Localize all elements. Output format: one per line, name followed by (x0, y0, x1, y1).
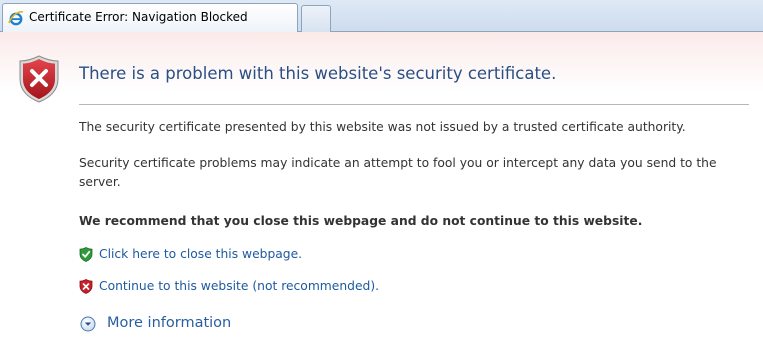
tab-certificate-error[interactable]: Certificate Error: Navigation Blocked (2, 3, 298, 32)
page-title: There is a problem with this website's s… (79, 64, 557, 83)
browser-tab-bar: Certificate Error: Navigation Blocked (0, 0, 763, 32)
red-shield-x-icon (79, 279, 93, 294)
more-information-label[interactable]: More information (107, 315, 231, 331)
new-tab-button[interactable] (301, 5, 331, 32)
expand-down-circle-icon (80, 316, 96, 332)
tab-title: Certificate Error: Navigation Blocked (29, 10, 248, 24)
continue-to-website-label[interactable]: Continue to this website (not recommende… (99, 279, 379, 293)
red-shield-error-icon (19, 55, 59, 103)
recommendation-text: We recommend that you close this webpage… (79, 214, 643, 228)
close-webpage-label[interactable]: Click here to close this webpage. (99, 247, 302, 261)
divider (79, 104, 749, 105)
certificate-error-page: There is a problem with this website's s… (0, 32, 763, 348)
security-warning-text: Security certificate problems may indica… (79, 156, 717, 189)
internet-explorer-icon (8, 11, 24, 26)
green-shield-check-icon (79, 247, 93, 262)
untrusted-authority-text: The security certificate presented by th… (79, 120, 686, 134)
